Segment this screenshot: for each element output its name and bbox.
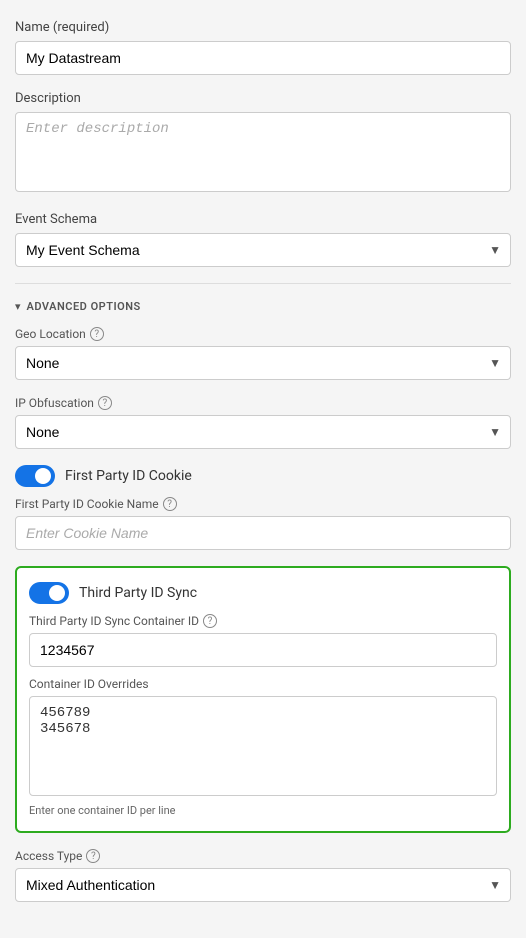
event-schema-label: Event Schema — [15, 212, 511, 227]
container-id-overrides-label: Container ID Overrides — [29, 677, 497, 691]
geo-location-select[interactable]: None — [15, 346, 511, 380]
container-id-hint: Enter one container ID per line — [29, 804, 497, 817]
first-party-label: First Party ID Cookie — [65, 468, 192, 484]
chevron-down-icon: ▾ — [15, 300, 21, 313]
third-party-container-id-label-row: Third Party ID Sync Container ID ? — [29, 614, 497, 628]
name-input[interactable] — [15, 41, 511, 75]
first-party-slider — [15, 465, 55, 487]
first-party-toggle-row: First Party ID Cookie — [15, 465, 511, 487]
ip-obfuscation-label: IP Obfuscation — [15, 396, 94, 410]
access-type-select-wrapper: Mixed Authentication ▼ — [15, 868, 511, 902]
access-type-label: Access Type — [15, 849, 82, 863]
event-schema-field-group: Event Schema My Event Schema ▼ — [15, 212, 511, 267]
third-party-toggle-row: Third Party ID Sync — [29, 582, 497, 604]
event-schema-select-wrapper: My Event Schema ▼ — [15, 233, 511, 267]
ip-obfuscation-label-row: IP Obfuscation ? — [15, 396, 511, 410]
ip-obfuscation-select-wrapper: None ▼ — [15, 415, 511, 449]
third-party-container-id-input[interactable] — [29, 633, 497, 667]
name-label: Name (required) — [15, 20, 511, 35]
first-party-toggle[interactable] — [15, 465, 55, 487]
event-schema-select[interactable]: My Event Schema — [15, 233, 511, 267]
first-party-cookie-name-help-icon[interactable]: ? — [163, 497, 177, 511]
access-type-help-icon[interactable]: ? — [86, 849, 100, 863]
access-type-label-row: Access Type ? — [15, 849, 511, 863]
description-field-group: Description — [15, 91, 511, 196]
container-id-overrides-textarea[interactable] — [29, 696, 497, 796]
geo-location-help-icon[interactable]: ? — [90, 327, 104, 341]
first-party-cookie-name-input[interactable] — [15, 516, 511, 550]
third-party-toggle[interactable] — [29, 582, 69, 604]
advanced-options-label: ADVANCED OPTIONS — [27, 300, 141, 313]
third-party-container-id-label: Third Party ID Sync Container ID — [29, 614, 199, 628]
third-party-section: Third Party ID Sync Third Party ID Sync … — [15, 566, 511, 833]
third-party-label: Third Party ID Sync — [79, 585, 197, 601]
description-textarea[interactable] — [15, 112, 511, 192]
geo-location-select-wrapper: None ▼ — [15, 346, 511, 380]
access-type-select[interactable]: Mixed Authentication — [15, 868, 511, 902]
first-party-field-group: First Party ID Cookie First Party ID Coo… — [15, 465, 511, 550]
geo-location-field-group: Geo Location ? None ▼ — [15, 327, 511, 380]
name-field-group: Name (required) — [15, 20, 511, 75]
first-party-cookie-name-label-row: First Party ID Cookie Name ? — [15, 497, 511, 511]
ip-obfuscation-help-icon[interactable]: ? — [98, 396, 112, 410]
ip-obfuscation-field-group: IP Obfuscation ? None ▼ — [15, 396, 511, 449]
ip-obfuscation-select[interactable]: None — [15, 415, 511, 449]
description-label: Description — [15, 91, 511, 106]
third-party-container-id-help-icon[interactable]: ? — [203, 614, 217, 628]
geo-location-label-row: Geo Location ? — [15, 327, 511, 341]
third-party-slider — [29, 582, 69, 604]
geo-location-label: Geo Location — [15, 327, 86, 341]
divider — [15, 283, 511, 284]
advanced-options-toggle[interactable]: ▾ ADVANCED OPTIONS — [15, 300, 511, 313]
first-party-cookie-name-label: First Party ID Cookie Name — [15, 497, 159, 511]
access-type-field-group: Access Type ? Mixed Authentication ▼ — [15, 849, 511, 902]
